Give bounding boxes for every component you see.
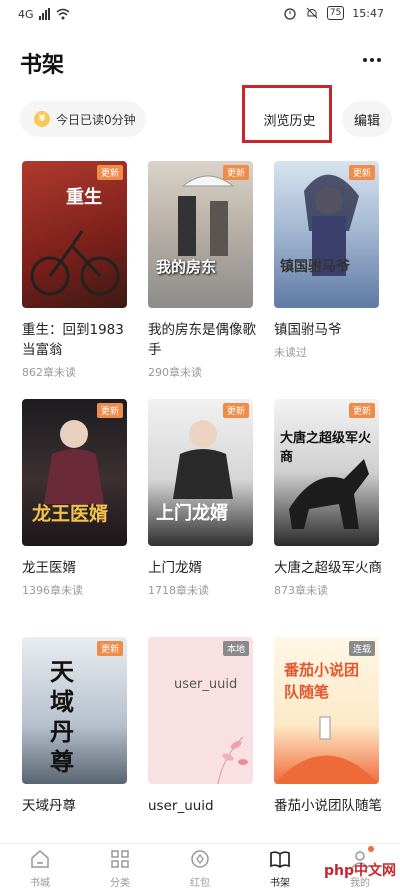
book-item[interactable]: user_uuid 本地 user_uuid [148,637,253,816]
home-icon [31,850,49,868]
book-cover: 上门龙婿 更新 [148,399,253,546]
tab-label: 分类 [110,878,130,889]
book-badge: 更新 [96,165,123,180]
watermark: php中文网 [323,863,396,879]
book-cover: user_uuid 本地 [148,637,253,784]
book-cover: 重生 更新 [22,161,127,308]
more-dot-icon [370,58,374,62]
wifi-icon [56,8,70,20]
book-title: 上门龙婿 [148,560,202,576]
cover-title: 镇国驸马爷 [280,259,350,275]
tab-category[interactable]: 分类 [90,848,150,889]
book-progress: 1396章未读 [22,584,83,597]
book-item[interactable]: 我的房东 更新 我的房东是偶像歌手 290章未读 [148,161,256,380]
book-item[interactable]: 重生 更新 重生：回到1983当富翁 862章未读 [22,161,127,380]
cover-title: 上门龙婿 [156,503,228,524]
book-progress: 873章未读 [274,584,328,597]
cover-title: 重生 [66,187,102,208]
book-item[interactable]: 上门龙婿 更新 上门龙婿 1718章未读 [148,399,253,598]
book-cover: 天域丹尊 更新 [22,637,127,784]
tab-label: 红包 [190,878,210,889]
book-badge: 本地 [222,641,249,656]
book-badge: 更新 [96,641,123,656]
umbrella-icon [178,175,235,256]
redpacket-icon [191,850,209,868]
grid-icon [111,850,129,868]
page-title: 书架 [20,53,65,78]
flower-icon [217,736,248,784]
alarm-icon [284,8,296,20]
status-left: 4G [18,7,70,21]
book-cover: 番茄小说团队随笔 连载 [274,637,379,784]
book-badge: 更新 [96,403,123,418]
warrior-icon [304,174,359,276]
book-badge: 更新 [222,165,249,180]
browse-history-button[interactable]: 浏览历史 [252,101,327,137]
book-cover: 龙王医婿 更新 [22,399,127,546]
book-icon [270,851,290,869]
book-title: 番茄小说团队随笔 [274,798,382,814]
edit-button[interactable]: 编辑 [342,101,392,137]
book-item[interactable]: 龙王医婿 更新 龙王医婿 1396章未读 [22,399,127,598]
reading-time-pill[interactable]: ¥ 今日已读0分钟 [20,101,146,137]
mute-icon [306,7,318,19]
notification-dot [368,846,374,852]
status-bar: 4G 75 15:47 [0,0,400,28]
tab-label: 书城 [30,878,50,889]
book-title: 大唐之超级军火商 [274,560,382,576]
tab-redpacket[interactable]: 红包 [170,848,230,889]
tab-bookstore[interactable]: 书城 [10,848,70,889]
tab-bookshelf[interactable]: 书架 [250,848,310,889]
book-title: 镇国驸马爷 [274,322,342,338]
network-label: 4G [18,7,34,21]
cover-title: 番茄小说团队随笔 [284,661,360,701]
cover-title: 龙王医婿 [32,503,109,525]
clock: 15:47 [352,6,384,20]
book-cover: 我的房东 更新 [148,161,253,308]
book-item[interactable]: 番茄小说团队随笔 连载 番茄小说团队随笔 [274,637,382,816]
more-dot-icon [363,58,367,62]
battery-indicator: 75 [326,6,345,20]
signal-icon [38,8,50,20]
more-dot-icon [377,58,381,62]
book-item[interactable]: 大唐之超级军火商 更新 大唐之超级军火商 873章未读 [274,399,382,598]
book-progress: 1718章未读 [148,584,209,597]
coin-icon: ¥ [34,111,50,127]
book-progress: 290章未读 [148,366,202,379]
status-right: 75 15:47 [283,6,384,20]
cover-title: 天域丹尊 [50,658,74,776]
book-cover: 大唐之超级军火商 更新 [274,399,379,546]
book-badge: 连载 [348,641,375,656]
book-item[interactable]: 镇国驸马爷 更新 镇国驸马爷 未读过 [274,161,379,360]
book-badge: 更新 [348,403,375,418]
book-title: 龙王医婿 [22,560,76,576]
book-badge: 更新 [348,165,375,180]
reading-time-label: 今日已读0分钟 [56,112,136,127]
cover-title: 大唐之超级军火商 [280,431,372,465]
book-badge: 更新 [222,403,249,418]
book-cover: 镇国驸马爷 更新 [274,161,379,308]
cover-title: 我的房东 [156,258,217,276]
book-progress: 862章未读 [22,366,76,379]
book-progress: 未读过 [274,346,307,359]
tab-label: 书架 [270,878,290,889]
book-title: user_uuid [148,798,214,814]
horse-icon [289,459,369,529]
book-title: 重生：回到1983当富翁 [22,322,124,358]
book-title: 我的房东是偶像歌手 [148,322,256,358]
book-title: 天域丹尊 [22,798,76,814]
book-item[interactable]: 天域丹尊 更新 天域丹尊 [22,637,127,816]
more-menu-button[interactable] [360,55,384,65]
cover-title: user_uuid [174,677,238,692]
